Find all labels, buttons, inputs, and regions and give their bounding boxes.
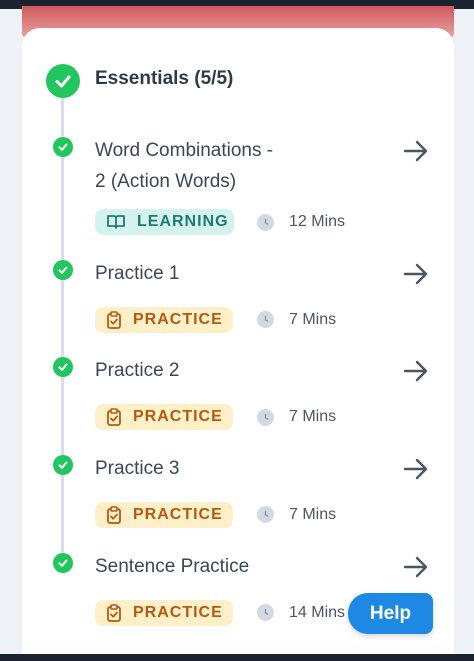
tag-label: PRACTICE	[133, 311, 223, 328]
practice-tag: PRACTICE	[95, 404, 233, 430]
section-complete-check-icon	[46, 64, 80, 98]
timeline-line	[61, 95, 64, 565]
help-button[interactable]: Help	[348, 593, 433, 634]
arrow-right-icon[interactable]	[402, 262, 430, 286]
lesson-duration: 7 Mins	[289, 311, 337, 328]
lesson-duration: 14 Mins	[289, 604, 346, 621]
check-icon	[53, 137, 73, 157]
practice-tag: PRACTICE	[95, 307, 233, 333]
tag-label: LEARNING	[137, 213, 229, 230]
lesson-title[interactable]: Practice 2	[95, 355, 179, 386]
clipboard-check-icon	[107, 311, 121, 329]
clock-icon	[257, 311, 274, 328]
clock-icon	[257, 214, 274, 231]
lesson-title[interactable]: Sentence Practice	[95, 551, 249, 582]
section-title: Essentials (5/5)	[95, 68, 234, 89]
clipboard-check-icon	[107, 506, 121, 524]
practice-tag: PRACTICE	[95, 600, 233, 626]
book-icon	[107, 215, 125, 229]
lesson-title-line-2[interactable]: 2 (Action Words)	[95, 166, 236, 197]
arrow-right-icon[interactable]	[402, 555, 430, 579]
lesson-duration: 7 Mins	[289, 408, 337, 425]
tag-label: PRACTICE	[133, 604, 223, 621]
tag-label: PRACTICE	[133, 506, 223, 523]
practice-tag: PRACTICE	[95, 502, 233, 528]
clock-icon	[257, 506, 274, 523]
clock-icon	[257, 604, 274, 621]
tag-label: PRACTICE	[133, 408, 223, 425]
check-icon	[53, 357, 73, 377]
check-icon	[53, 455, 73, 475]
check-icon	[53, 260, 73, 280]
lesson-duration: 12 Mins	[289, 213, 346, 230]
lesson-duration: 7 Mins	[289, 506, 337, 523]
check-icon	[53, 553, 73, 573]
clipboard-check-icon	[107, 408, 121, 426]
clock-icon	[257, 409, 274, 426]
clipboard-check-icon	[107, 604, 121, 622]
lesson-title-line-1[interactable]: Word Combinations -	[95, 135, 273, 166]
lesson-title[interactable]: Practice 1	[95, 258, 179, 289]
arrow-right-icon[interactable]	[402, 359, 430, 383]
learning-tag: LEARNING	[95, 209, 234, 235]
arrow-right-icon[interactable]	[402, 457, 430, 481]
arrow-right-icon[interactable]	[402, 139, 430, 163]
lesson-title[interactable]: Practice 3	[95, 453, 179, 484]
navigation-bar	[0, 654, 474, 661]
